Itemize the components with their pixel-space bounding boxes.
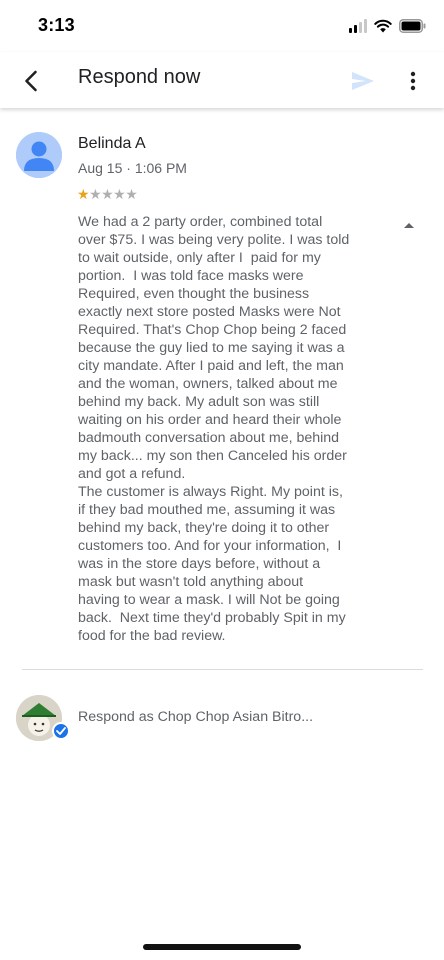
star-filled-icon: ★ — [77, 186, 90, 202]
divider — [22, 669, 423, 670]
send-button[interactable] — [346, 64, 380, 98]
review-text: We had a 2 party order, combined total o… — [78, 214, 350, 644]
more-options-button[interactable] — [398, 64, 428, 98]
collapse-review-button[interactable] — [401, 219, 417, 231]
person-icon — [16, 132, 62, 178]
battery-icon — [399, 19, 426, 33]
respond-input[interactable]: Respond as Chop Chop Asian Bitro... — [0, 690, 444, 746]
app-bar: Respond now — [0, 52, 444, 108]
reviewer-name: Belinda A — [78, 135, 146, 152]
status-icons — [349, 16, 426, 36]
back-button[interactable] — [14, 64, 48, 98]
cellular-signal-icon — [349, 19, 367, 33]
more-vert-icon — [410, 71, 416, 91]
respond-placeholder: Respond as Chop Chop Asian Bitro... — [78, 709, 314, 725]
status-time: 3:13 — [38, 15, 75, 35]
back-arrow-icon — [25, 70, 37, 92]
wifi-icon — [374, 19, 392, 33]
verified-badge-icon — [52, 722, 70, 740]
status-bar: 3:13 — [0, 0, 444, 52]
home-indicator — [143, 944, 301, 950]
reviewer-avatar — [16, 132, 62, 178]
star-rating: ★★★★★ — [77, 186, 138, 202]
review-date: Aug 15 · 1:06 PM — [78, 160, 187, 176]
page-title: Respond now — [78, 66, 201, 88]
caret-up-icon — [404, 223, 414, 228]
star-empty-icon: ★★★★ — [89, 186, 138, 202]
send-icon — [352, 72, 374, 90]
